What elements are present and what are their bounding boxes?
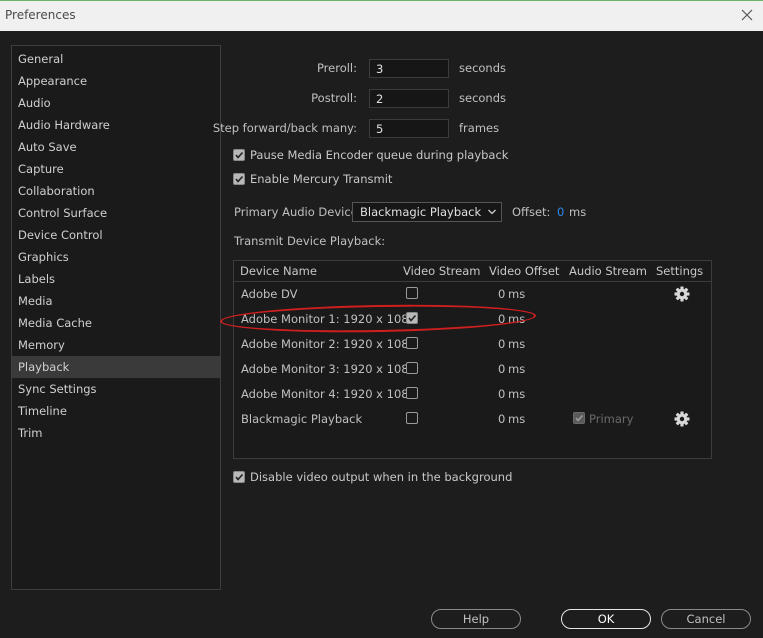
sidebar-item-capture[interactable]: Capture <box>12 158 220 180</box>
transmit-device-table: Device Name Video Stream Video Offset Au… <box>233 260 712 459</box>
table-row[interactable]: Adobe Monitor 2: 1920 x 1080 0 ms <box>234 331 711 356</box>
video-stream-checkbox[interactable] <box>406 337 418 349</box>
table-row[interactable]: Adobe DV 0 ms <box>234 281 711 306</box>
step-input[interactable] <box>369 119 449 138</box>
disable-bg-label: Disable video output when in the backgro… <box>250 470 513 484</box>
sidebar-item-control-surface[interactable]: Control Surface <box>12 202 220 224</box>
video-offset-value[interactable]: 0 <box>498 412 505 426</box>
title-bar: Preferences <box>0 0 763 31</box>
video-stream-checkbox[interactable] <box>406 362 418 374</box>
disable-bg-option: Disable video output when in the backgro… <box>233 469 512 485</box>
sidebar-item-sync-settings[interactable]: Sync Settings <box>12 378 220 400</box>
ok-button[interactable]: OK <box>561 609 651 629</box>
disable-bg-checkbox[interactable] <box>233 471 245 483</box>
sidebar-item-graphics[interactable]: Graphics <box>12 246 220 268</box>
video-offset-value[interactable]: 0 <box>498 362 505 376</box>
offset-value[interactable]: 0 <box>557 205 564 219</box>
sidebar-item-media-cache[interactable]: Media Cache <box>12 312 220 334</box>
video-offset-value[interactable]: 0 <box>498 337 505 351</box>
transmit-label: Transmit Device Playback: <box>234 234 386 248</box>
video-stream-checkbox[interactable] <box>406 312 418 324</box>
sidebar-item-general[interactable]: General <box>12 48 220 70</box>
preroll-unit: seconds <box>459 61 507 75</box>
mercury-checkbox[interactable] <box>233 173 245 185</box>
sidebar-item-labels[interactable]: Labels <box>12 268 220 290</box>
sidebar-item-device-control[interactable]: Device Control <box>12 224 220 246</box>
close-icon[interactable] <box>737 5 757 25</box>
device-name: Adobe Monitor 4: 1920 x 1080 <box>241 387 416 401</box>
device-name: Adobe Monitor 1: 1920 x 1080 <box>241 312 416 326</box>
video-offset-unit: ms <box>508 412 526 426</box>
category-list: General Appearance Audio Audio Hardware … <box>11 45 221 590</box>
video-offset-value[interactable]: 0 <box>498 387 505 401</box>
postroll-unit: seconds <box>459 91 507 105</box>
col-device-name: Device Name <box>240 264 317 278</box>
offset-label: Offset: <box>512 205 551 219</box>
postroll-input[interactable] <box>369 89 449 108</box>
audio-device-label: Primary Audio Device: <box>234 205 362 219</box>
mercury-option: Enable Mercury Transmit <box>233 171 392 187</box>
sidebar-item-media[interactable]: Media <box>12 290 220 312</box>
table-row[interactable]: Adobe Monitor 3: 1920 x 1080 0 ms <box>234 356 711 381</box>
gear-icon[interactable] <box>674 286 690 302</box>
sidebar-item-audio-hardware[interactable]: Audio Hardware <box>12 114 220 136</box>
video-offset-value[interactable]: 0 <box>498 287 505 301</box>
device-name: Adobe Monitor 2: 1920 x 1080 <box>241 337 416 351</box>
table-row[interactable]: Adobe Monitor 4: 1920 x 1080 0 ms <box>234 381 711 406</box>
sidebar-item-timeline[interactable]: Timeline <box>12 400 220 422</box>
table-header: Device Name Video Stream Video Offset Au… <box>234 261 711 282</box>
table-row[interactable]: Blackmagic Playback 0 ms Primary <box>234 406 711 431</box>
device-name: Adobe DV <box>241 287 298 301</box>
video-offset-unit: ms <box>508 362 526 376</box>
sidebar-item-appearance[interactable]: Appearance <box>12 70 220 92</box>
mercury-label: Enable Mercury Transmit <box>250 172 393 186</box>
pause-encoder-label: Pause Media Encoder queue during playbac… <box>250 148 509 162</box>
col-audio-stream: Audio Stream <box>569 264 647 278</box>
sidebar-item-audio[interactable]: Audio <box>12 92 220 114</box>
video-stream-checkbox[interactable] <box>406 287 418 299</box>
postroll-label: Postroll: <box>311 91 357 105</box>
video-offset-unit: ms <box>508 287 526 301</box>
pause-encoder-option: Pause Media Encoder queue during playbac… <box>233 147 508 163</box>
window-title: Preferences <box>5 8 76 22</box>
col-video-stream: Video Stream <box>403 264 481 278</box>
preroll-label: Preroll: <box>316 61 357 75</box>
video-offset-unit: ms <box>508 387 526 401</box>
col-settings: Settings <box>656 264 704 278</box>
sidebar-item-playback[interactable]: Playback <box>12 356 220 378</box>
offset-unit: ms <box>569 205 587 219</box>
device-name: Adobe Monitor 3: 1920 x 1080 <box>241 362 416 376</box>
sidebar-item-auto-save[interactable]: Auto Save <box>12 136 220 158</box>
sidebar-item-collaboration[interactable]: Collaboration <box>12 180 220 202</box>
audio-stream-label: Primary <box>589 412 634 426</box>
video-stream-checkbox[interactable] <box>406 412 418 424</box>
video-offset-unit: ms <box>508 312 526 326</box>
pause-encoder-checkbox[interactable] <box>233 149 245 161</box>
table-row[interactable]: Adobe Monitor 1: 1920 x 1080 0 ms <box>234 306 711 331</box>
audio-device-select[interactable]: Blackmagic Playback <box>352 202 502 222</box>
video-offset-unit: ms <box>508 337 526 351</box>
sidebar-item-trim[interactable]: Trim <box>12 422 220 444</box>
audio-stream-checkbox[interactable] <box>573 412 585 424</box>
video-stream-checkbox[interactable] <box>406 387 418 399</box>
video-offset-value[interactable]: 0 <box>498 312 505 326</box>
cancel-button[interactable]: Cancel <box>661 609 751 629</box>
step-unit: frames <box>459 121 500 135</box>
device-name: Blackmagic Playback <box>241 412 363 426</box>
gear-icon[interactable] <box>674 411 690 427</box>
preroll-input[interactable] <box>369 59 449 78</box>
sidebar-item-memory[interactable]: Memory <box>12 334 220 356</box>
audio-device-value: Blackmagic Playback <box>360 205 482 219</box>
chevron-down-icon <box>488 209 496 215</box>
help-button[interactable]: Help <box>431 609 521 629</box>
step-label: Step forward/back many: <box>212 121 357 135</box>
col-video-offset: Video Offset <box>489 264 560 278</box>
